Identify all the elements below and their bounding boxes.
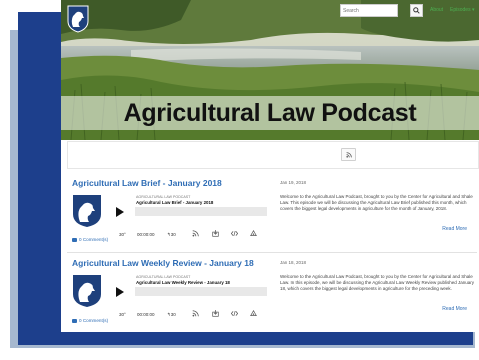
comment-icon [72,318,77,323]
download-icon[interactable] [212,310,219,317]
episode-card: Agricultural Law Weekly Review - January… [61,258,479,328]
episode-title-link[interactable]: Agricultural Law Brief - January 2018 [72,178,222,188]
download-icon[interactable] [212,230,219,237]
hero-title: Agricultural Law Podcast [123,99,417,127]
share-icon[interactable] [250,230,257,237]
rss-icon[interactable] [192,230,199,237]
waveform-scrubber[interactable] [135,287,267,296]
nav-link-about[interactable]: About [430,7,443,13]
search-input[interactable] [340,4,398,17]
search-icon [413,7,420,14]
player-episode-title: Agricultural Law Weekly Review - January… [136,280,230,285]
comment-icon [72,237,77,242]
rss-icon[interactable] [192,310,199,317]
embed-code-icon[interactable] [231,310,238,317]
rss-button[interactable] [341,148,356,161]
rss-bar [67,141,479,169]
episode-date: Jan 18, 2018 [280,260,307,265]
episode-description: Welcome to the Agricultural Law Podcast,… [280,274,475,292]
read-more-link[interactable]: Read More [442,226,467,232]
read-more-link[interactable]: Read More [442,306,467,312]
podcast-label: AGRICULTURAL LAW PODCAST [136,275,191,279]
skip-back-button[interactable]: ↰30 [167,312,176,318]
embed-code-icon[interactable] [231,230,238,237]
comments-link[interactable]: 0 Comment(s) [72,318,108,323]
skip-back-button[interactable]: ↰30 [167,232,176,238]
share-icon[interactable] [250,310,257,317]
episode-thumbnail-shield-icon [73,275,101,307]
top-navbar: About Episodes ▾ [61,0,479,33]
comments-count: 0 Comment(s) [79,237,109,242]
audio-player: AGRICULTURAL LAW PODCAST Agricultural La… [72,194,267,242]
player-episode-title: Agricultural Law Brief - January 2018 [136,200,214,205]
search-button[interactable] [410,4,423,17]
time-display: 00:00:00 [137,312,155,317]
episode-title-link[interactable]: Agricultural Law Weekly Review - January… [72,258,254,268]
comments-link[interactable]: 0 Comment(s) [72,237,108,242]
podcast-label: AGRICULTURAL LAW PODCAST [136,195,191,199]
playback-speed[interactable]: 30° [119,312,126,317]
play-icon[interactable] [116,207,124,217]
playback-speed[interactable]: 30° [119,232,126,237]
penn-state-shield-icon[interactable] [67,5,89,33]
comments-count: 0 Comment(s) [79,318,109,323]
episode-date: Jan 19, 2018 [280,180,307,185]
episode-description: Welcome to the Agricultural Law Podcast,… [280,194,473,212]
time-display: 00:00:00 [137,232,155,237]
waveform-scrubber[interactable] [135,207,267,216]
play-icon[interactable] [116,287,124,297]
episode-thumbnail-shield-icon [73,195,101,227]
episode-divider [67,252,477,253]
rss-icon [345,151,352,158]
episode-card: Agricultural Law Brief - January 2018 AG… [61,178,479,248]
website-screenshot: Agricultural Law Podcast About Episodes … [61,0,479,332]
nav-dropdown-episodes[interactable]: Episodes ▾ [450,7,474,13]
audio-player: AGRICULTURAL LAW PODCAST Agricultural La… [72,274,267,322]
